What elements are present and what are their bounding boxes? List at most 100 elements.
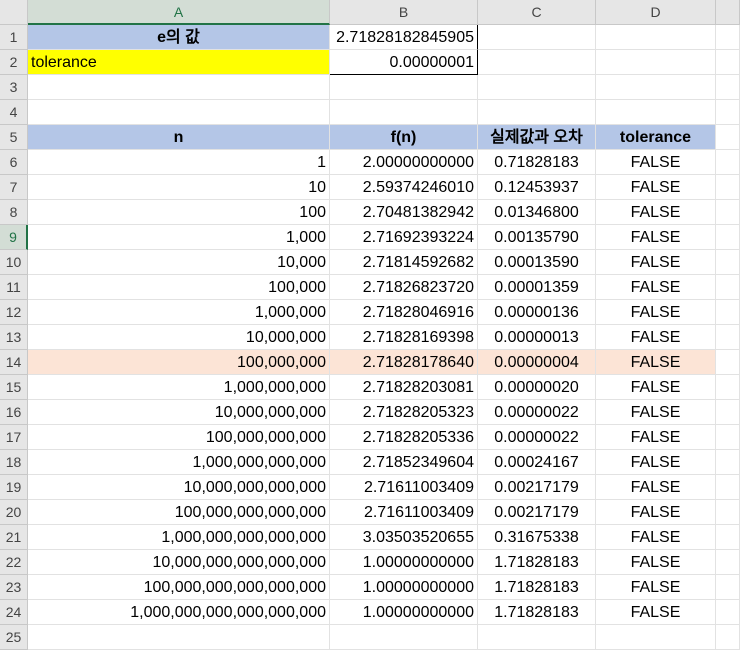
cell-e7[interactable] <box>716 175 740 200</box>
cell-d15[interactable]: FALSE <box>596 375 716 400</box>
cell-a20[interactable]: 100,000,000,000,000 <box>28 500 330 525</box>
row-header[interactable]: 21 <box>0 525 28 550</box>
row-header[interactable]: 22 <box>0 550 28 575</box>
row-header[interactable]: 7 <box>0 175 28 200</box>
cell-d4[interactable] <box>596 100 716 125</box>
cell-d9[interactable]: FALSE <box>596 225 716 250</box>
cell-e16[interactable] <box>716 400 740 425</box>
row-header[interactable]: 10 <box>0 250 28 275</box>
cell-b15[interactable]: 2.71828203081 <box>330 375 478 400</box>
cell-c21[interactable]: 0.31675338 <box>478 525 596 550</box>
cell-d12[interactable]: FALSE <box>596 300 716 325</box>
cell-c17[interactable]: 0.00000022 <box>478 425 596 450</box>
cell-e22[interactable] <box>716 550 740 575</box>
cell-c18[interactable]: 0.00024167 <box>478 450 596 475</box>
cell-d8[interactable]: FALSE <box>596 200 716 225</box>
cell-a21[interactable]: 1,000,000,000,000,000 <box>28 525 330 550</box>
cell-c23[interactable]: 1.71828183 <box>478 575 596 600</box>
cell-c20[interactable]: 0.00217179 <box>478 500 596 525</box>
cell-e24[interactable] <box>716 600 740 625</box>
cell-a7[interactable]: 10 <box>28 175 330 200</box>
cell-e2[interactable] <box>716 50 740 75</box>
row-header[interactable]: 5 <box>0 125 28 150</box>
cell-e14[interactable] <box>716 350 740 375</box>
cell-d13[interactable]: FALSE <box>596 325 716 350</box>
cell-c12[interactable]: 0.00000136 <box>478 300 596 325</box>
row-header[interactable]: 9 <box>0 225 28 250</box>
cell-e17[interactable] <box>716 425 740 450</box>
cell-c25[interactable] <box>478 625 596 650</box>
row-header[interactable]: 8 <box>0 200 28 225</box>
cell-b18[interactable]: 2.71852349604 <box>330 450 478 475</box>
cell-a3[interactable] <box>28 75 330 100</box>
cell-a19[interactable]: 10,000,000,000,000 <box>28 475 330 500</box>
cell-d23[interactable]: FALSE <box>596 575 716 600</box>
cell-d16[interactable]: FALSE <box>596 400 716 425</box>
cell-e5[interactable] <box>716 125 740 150</box>
row-header[interactable]: 18 <box>0 450 28 475</box>
cell-b1[interactable]: 2.71828182845905 <box>330 25 478 50</box>
cell-a25[interactable] <box>28 625 330 650</box>
cell-a10[interactable]: 10,000 <box>28 250 330 275</box>
cell-e15[interactable] <box>716 375 740 400</box>
cell-d11[interactable]: FALSE <box>596 275 716 300</box>
cell-c8[interactable]: 0.01346800 <box>478 200 596 225</box>
cell-e6[interactable] <box>716 150 740 175</box>
row-header[interactable]: 1 <box>0 25 28 50</box>
cell-a13[interactable]: 10,000,000 <box>28 325 330 350</box>
cell-e1[interactable] <box>716 25 740 50</box>
row-header[interactable]: 20 <box>0 500 28 525</box>
cell-d18[interactable]: FALSE <box>596 450 716 475</box>
cell-a4[interactable] <box>28 100 330 125</box>
cell-a2[interactable]: tolerance <box>28 50 330 75</box>
cell-a6[interactable]: 1 <box>28 150 330 175</box>
column-header-a[interactable]: A <box>28 0 330 25</box>
cell-e3[interactable] <box>716 75 740 100</box>
cell-d6[interactable]: FALSE <box>596 150 716 175</box>
row-header[interactable]: 16 <box>0 400 28 425</box>
cell-b8[interactable]: 2.70481382942 <box>330 200 478 225</box>
row-header[interactable]: 17 <box>0 425 28 450</box>
cell-b23[interactable]: 1.00000000000 <box>330 575 478 600</box>
cell-e13[interactable] <box>716 325 740 350</box>
row-header[interactable]: 24 <box>0 600 28 625</box>
cell-a9[interactable]: 1,000 <box>28 225 330 250</box>
cell-c19[interactable]: 0.00217179 <box>478 475 596 500</box>
cell-c6[interactable]: 0.71828183 <box>478 150 596 175</box>
column-header-e[interactable] <box>716 0 740 25</box>
cell-e18[interactable] <box>716 450 740 475</box>
cell-b21[interactable]: 3.03503520655 <box>330 525 478 550</box>
row-header[interactable]: 15 <box>0 375 28 400</box>
cell-d19[interactable]: FALSE <box>596 475 716 500</box>
cell-c10[interactable]: 0.00013590 <box>478 250 596 275</box>
cell-c3[interactable] <box>478 75 596 100</box>
cell-c11[interactable]: 0.00001359 <box>478 275 596 300</box>
cell-d1[interactable] <box>596 25 716 50</box>
column-header-d[interactable]: D <box>596 0 716 25</box>
cell-c16[interactable]: 0.00000022 <box>478 400 596 425</box>
cell-a18[interactable]: 1,000,000,000,000 <box>28 450 330 475</box>
row-header[interactable]: 19 <box>0 475 28 500</box>
cell-c15[interactable]: 0.00000020 <box>478 375 596 400</box>
cell-a17[interactable]: 100,000,000,000 <box>28 425 330 450</box>
cell-b6[interactable]: 2.00000000000 <box>330 150 478 175</box>
cell-c4[interactable] <box>478 100 596 125</box>
cell-a14[interactable]: 100,000,000 <box>28 350 330 375</box>
cell-b2[interactable]: 0.00000001 <box>330 50 478 75</box>
cell-c13[interactable]: 0.00000013 <box>478 325 596 350</box>
cell-c7[interactable]: 0.12453937 <box>478 175 596 200</box>
cell-e9[interactable] <box>716 225 740 250</box>
cell-d14[interactable]: FALSE <box>596 350 716 375</box>
cell-c1[interactable] <box>478 25 596 50</box>
cell-d17[interactable]: FALSE <box>596 425 716 450</box>
cell-d24[interactable]: FALSE <box>596 600 716 625</box>
row-header[interactable]: 23 <box>0 575 28 600</box>
row-header[interactable]: 12 <box>0 300 28 325</box>
cell-d20[interactable]: FALSE <box>596 500 716 525</box>
cell-b22[interactable]: 1.00000000000 <box>330 550 478 575</box>
cell-d2[interactable] <box>596 50 716 75</box>
cell-b14[interactable]: 2.71828178640 <box>330 350 478 375</box>
cell-b20[interactable]: 2.71611003409 <box>330 500 478 525</box>
cell-b3[interactable] <box>330 75 478 100</box>
cell-e20[interactable] <box>716 500 740 525</box>
